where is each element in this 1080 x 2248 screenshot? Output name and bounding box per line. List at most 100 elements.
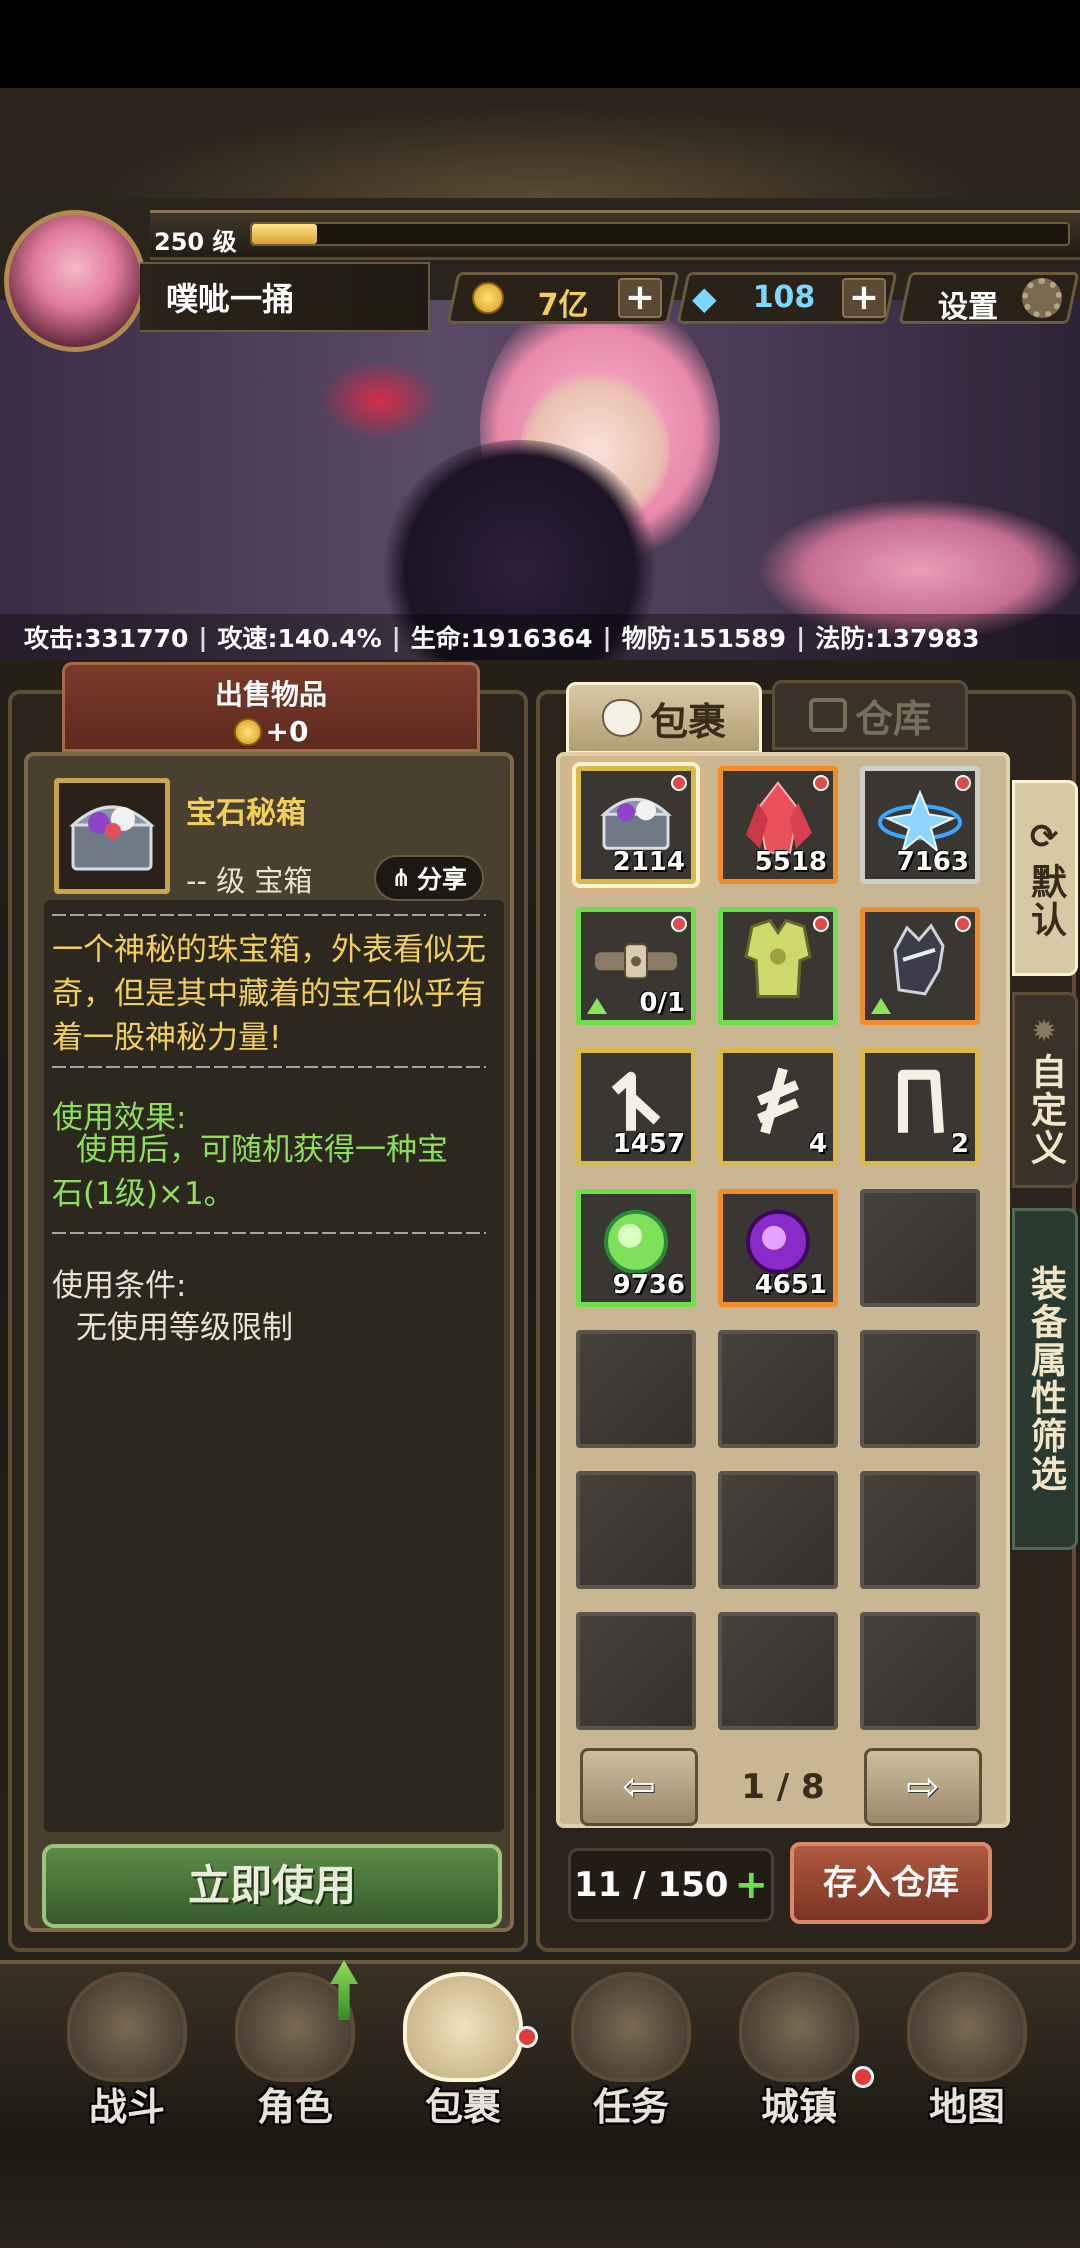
xp-bar: [250, 222, 1070, 246]
share-label: 分享: [417, 865, 468, 894]
inventory-slot-selected[interactable]: 2114: [576, 766, 696, 884]
empty-slot[interactable]: [860, 1189, 980, 1307]
pager: ⇦ 1 / 8 ⇨: [580, 1748, 986, 1826]
castle-icon: [739, 1972, 859, 2082]
inventory-slot[interactable]: 1457: [576, 1048, 696, 1166]
use-now-button[interactable]: 立即使用: [42, 1844, 502, 1928]
divider: [52, 914, 486, 916]
nav-castle[interactable]: 城镇: [716, 1966, 882, 2129]
next-page-button[interactable]: ⇨: [864, 1748, 982, 1826]
settings-label: 设置: [938, 290, 998, 325]
divider: [52, 1066, 486, 1068]
sort-default-tab[interactable]: ⟳ 默认: [1012, 780, 1078, 976]
expand-capacity-button[interactable]: +: [734, 1862, 768, 1908]
add-gold-button[interactable]: +: [618, 278, 662, 318]
tab-bag[interactable]: 包裹: [566, 682, 762, 754]
inventory-slot[interactable]: [860, 907, 980, 1025]
warehouse-icon: [808, 698, 847, 732]
store-to-warehouse-button[interactable]: 存入仓库: [790, 1842, 992, 1924]
nav-helmet[interactable]: 角色: [212, 1966, 378, 2129]
nav-backpack[interactable]: 包裹: [380, 1966, 546, 2129]
gem-amount: 108: [752, 280, 816, 315]
share-button[interactable]: ⋔ 分享: [374, 855, 484, 901]
slot-count: 5518: [754, 847, 827, 877]
stat-magic-def: 法防:137983: [815, 624, 980, 653]
gold-coin-icon: [472, 282, 504, 314]
map-icon: [907, 1972, 1027, 2082]
gear-icon[interactable]: [1022, 278, 1062, 318]
tab-bag-label: 包裹: [649, 699, 726, 744]
new-item-dot: [671, 775, 687, 791]
divider: [52, 1232, 486, 1234]
armor-icon: [738, 917, 818, 1007]
upgrade-arrow-icon: [871, 998, 891, 1014]
nav-label: 包裹: [424, 2085, 501, 2129]
player-level: 250 级: [154, 228, 237, 256]
bottom-ornament: [0, 2140, 1080, 2248]
empty-slot[interactable]: [718, 1471, 838, 1589]
condition-body: 无使用等级限制: [76, 1310, 293, 1346]
inventory-slot[interactable]: 4: [718, 1048, 838, 1166]
inventory-slot[interactable]: [718, 907, 838, 1025]
empty-slot[interactable]: [576, 1471, 696, 1589]
gear-icon: ✹: [1031, 1013, 1059, 1049]
inventory-slot[interactable]: 5518: [718, 766, 838, 884]
prev-page-button[interactable]: ⇦: [580, 1748, 698, 1826]
selected-item-icon: [54, 778, 170, 894]
backpack-icon: [403, 1972, 523, 2082]
nav-scroll[interactable]: 任务: [548, 1966, 714, 2129]
notification-dot: [516, 2026, 538, 2048]
condition-title: 使用条件:: [52, 1268, 187, 1304]
nav-label: 地图: [928, 2085, 1005, 2129]
avatar[interactable]: [4, 210, 146, 352]
slot-count: 7163: [896, 847, 969, 877]
inventory-slot[interactable]: 0/1: [576, 907, 696, 1025]
arrow-left-icon: ⇦: [622, 1764, 656, 1810]
add-gems-button[interactable]: +: [842, 278, 886, 318]
slot-count: 4: [808, 1129, 827, 1159]
helmet-icon: [235, 1972, 355, 2082]
item-description: 一个神秘的珠宝箱，外表看似无奇，但是其中藏着的宝石似乎有着一股神秘力量!: [52, 932, 486, 1056]
empty-slot[interactable]: [576, 1612, 696, 1730]
sort-custom-label: 自定义: [1025, 1052, 1066, 1167]
capacity-text: 11 / 150: [574, 1865, 729, 1905]
empty-slot[interactable]: [576, 1330, 696, 1448]
page-indicator: 1 / 8: [741, 1767, 825, 1807]
empty-slot[interactable]: [860, 1612, 980, 1730]
empty-slot[interactable]: [860, 1330, 980, 1448]
slot-count: 9736: [612, 1270, 685, 1300]
inventory-slot[interactable]: 9736: [576, 1189, 696, 1307]
sell-items-tab[interactable]: 出售物品 +0: [62, 662, 480, 752]
empty-slot[interactable]: [718, 1330, 838, 1448]
sort-custom-tab[interactable]: ✹ 自定义: [1012, 992, 1078, 1188]
gold-amount: 7亿: [537, 288, 589, 323]
item-name: 宝石秘箱: [186, 796, 306, 831]
slot-count: 2114: [612, 847, 685, 877]
nav-map[interactable]: 地图: [884, 1966, 1050, 2129]
inventory-slot[interactable]: 2: [860, 1048, 980, 1166]
nav-label: 角色: [256, 2085, 333, 2129]
top-ornament: [0, 88, 1080, 198]
inventory-slot[interactable]: 4651: [718, 1189, 838, 1307]
empty-slot[interactable]: [718, 1612, 838, 1730]
sell-amount: +0: [265, 715, 309, 748]
scroll-icon: [571, 1972, 691, 2082]
player-name: 噗呲一捅: [166, 280, 295, 318]
slot-count: 2: [950, 1129, 969, 1159]
rune-icon: [885, 1061, 955, 1145]
new-item-dot: [671, 916, 687, 932]
item-level-type: -- 级 宝箱: [186, 864, 313, 898]
capacity-display: 11 / 150 +: [568, 1848, 774, 1922]
nav-sword-shield[interactable]: 战斗: [44, 1966, 210, 2129]
diamond-icon: ◆: [692, 279, 717, 317]
status-bar: [0, 0, 1080, 88]
gold-coin-icon: [233, 717, 262, 746]
belt-icon: [591, 936, 681, 990]
upgrade-arrow-icon: [587, 998, 607, 1014]
new-item-dot: [955, 916, 971, 932]
tab-warehouse[interactable]: 仓库: [772, 680, 968, 750]
effect-body: 使用后，可随机获得一种宝石(1级)×1。: [52, 1132, 448, 1212]
inventory-slot[interactable]: 7163: [860, 766, 980, 884]
equipment-filter-tab[interactable]: 装备属性筛选: [1012, 1208, 1078, 1550]
empty-slot[interactable]: [860, 1471, 980, 1589]
